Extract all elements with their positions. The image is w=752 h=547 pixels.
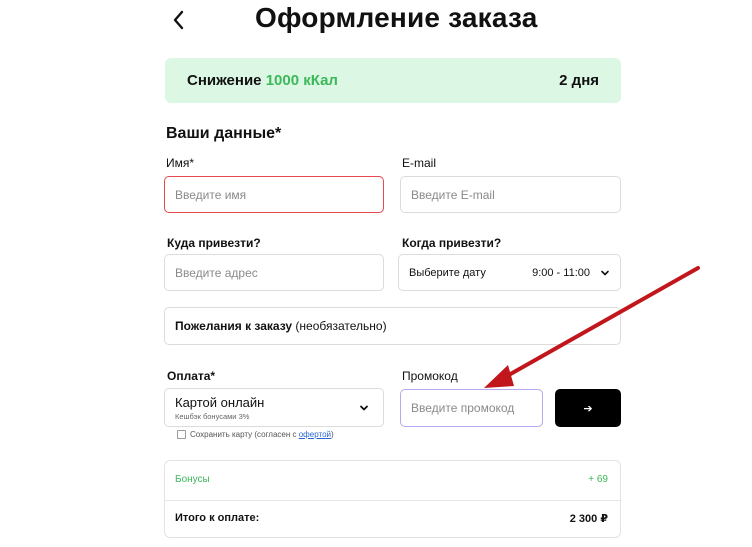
delivery-select[interactable]: Выберите дату 9:00 - 11:00	[398, 254, 621, 291]
time-slot[interactable]: 9:00 - 11:00	[532, 267, 610, 279]
total-value: 2 300 ₽	[569, 513, 608, 525]
chevron-left-icon	[173, 10, 184, 30]
chevron-down-icon	[601, 270, 609, 275]
cashback-note: Кешбэк бонусами 3%	[175, 411, 250, 421]
name-field[interactable]	[164, 176, 384, 213]
save-card-option[interactable]: Сохранить карту (согласен с офертой)	[177, 430, 334, 439]
back-button[interactable]	[170, 8, 190, 32]
name-label: Имя*	[166, 156, 195, 170]
plan-duration: 2 дня	[559, 72, 599, 89]
section-title: Ваши данные*	[166, 125, 282, 142]
bonus-row: Бонусы + 69	[175, 474, 608, 485]
plan-banner: Снижение 1000 кКал 2 дня	[165, 58, 621, 103]
offer-link[interactable]: офертой	[299, 430, 331, 439]
address-input[interactable]	[175, 265, 373, 280]
wishes-field[interactable]: Пожелания к заказу (необязательно)	[164, 307, 621, 345]
time-value: 9:00 - 11:00	[532, 266, 590, 279]
payment-dropdown-toggle[interactable]	[359, 402, 369, 416]
save-card-checkbox[interactable]	[177, 430, 186, 439]
summary-divider	[165, 500, 620, 501]
plan-name: Снижение 1000 кКал	[187, 72, 338, 89]
address-label: Куда привезти?	[167, 236, 261, 250]
promo-input[interactable]	[411, 401, 532, 415]
payment-label: Оплата*	[167, 369, 216, 383]
address-field[interactable]	[164, 254, 384, 291]
promo-label: Промокод	[402, 369, 458, 383]
wishes-label: Пожелания к заказу (необязательно)	[175, 319, 387, 333]
apply-promo-button[interactable]: ➔	[555, 389, 621, 427]
delivery-label: Когда привезти?	[402, 236, 502, 250]
email-field[interactable]	[400, 176, 621, 213]
date-placeholder: Выберите дату	[409, 266, 486, 279]
total-label: Итого к оплате:	[175, 512, 260, 524]
save-card-label: Сохранить карту (согласен с офертой)	[190, 430, 334, 439]
arrow-right-icon: ➔	[583, 402, 593, 415]
bonus-value: + 69	[588, 474, 608, 485]
email-label: E-mail	[402, 156, 437, 170]
bonus-label: Бонусы	[175, 474, 210, 485]
total-row: Итого к оплате: 2 300 ₽	[175, 512, 608, 525]
plan-calories: 1000 кКал	[265, 72, 338, 89]
name-input[interactable]	[175, 187, 373, 202]
payment-select[interactable]: Картой онлайн Кешбэк бонусами 3%	[164, 388, 384, 427]
chevron-down-icon	[360, 405, 368, 411]
email-input[interactable]	[411, 187, 610, 202]
promo-field[interactable]	[400, 389, 543, 427]
order-summary: Бонусы + 69 Итого к оплате: 2 300 ₽	[164, 460, 621, 538]
payment-method: Картой онлайн	[175, 394, 265, 410]
page-title: Оформление заказа	[255, 2, 538, 33]
